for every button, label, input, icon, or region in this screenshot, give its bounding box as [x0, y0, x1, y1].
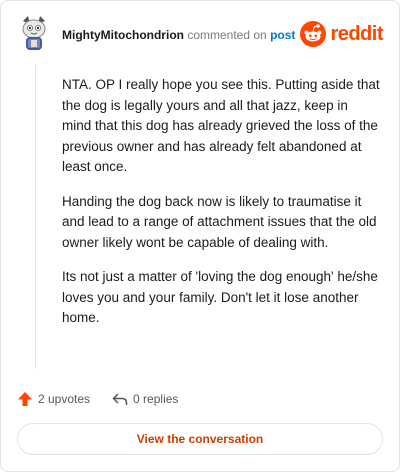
- upvote-button[interactable]: 2 upvotes: [17, 391, 90, 407]
- comment-actions: 2 upvotes 0 replies: [17, 389, 178, 409]
- comment-paragraph: NTA. OP I really hope you see this. Putt…: [62, 77, 380, 174]
- reddit-alien-icon: [300, 21, 327, 47]
- comment-body: NTA. OP I really hope you see this. Putt…: [62, 75, 380, 343]
- username-link[interactable]: MightyMitochondrion: [62, 28, 184, 42]
- user-avatar[interactable]: [17, 15, 51, 51]
- upvote-count: 2 upvotes: [38, 392, 91, 406]
- comment-paragraph: Its not just a matter of 'loving the dog…: [62, 269, 378, 325]
- reply-count: 0 replies: [133, 392, 179, 406]
- comment-header: MightyMitochondrion commented on post re…: [17, 15, 383, 55]
- commented-on-text: commented on: [187, 28, 267, 42]
- post-link[interactable]: post: [270, 28, 295, 42]
- replies-button[interactable]: 0 replies: [112, 391, 178, 407]
- reply-arrow-icon: [112, 393, 128, 405]
- upvote-arrow-icon: [18, 392, 32, 406]
- view-conversation-button[interactable]: View the conversation: [17, 423, 383, 455]
- thread-line: [35, 65, 36, 369]
- comment-meta: MightyMitochondrion commented on post: [62, 27, 295, 43]
- comment-paragraph: Handing the dog back now is likely to tr…: [62, 193, 377, 250]
- reddit-logo[interactable]: reddit: [300, 20, 383, 48]
- comment-embed-card: MightyMitochondrion commented on post re…: [0, 0, 400, 472]
- reddit-wordmark: reddit: [330, 22, 383, 45]
- snoo-avatar-icon: [22, 16, 46, 50]
